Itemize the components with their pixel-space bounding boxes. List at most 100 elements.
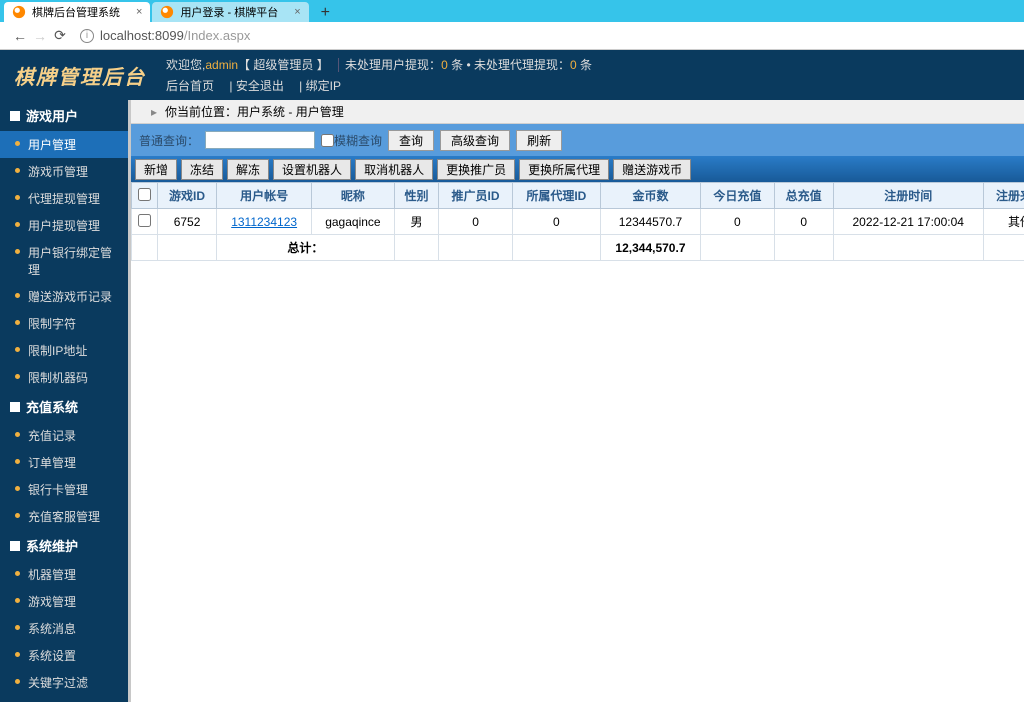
- column-header: 总充值: [774, 183, 833, 209]
- sidebar: 游戏用户用户管理游戏币管理代理提现管理用户提现管理用户银行绑定管理赠送游戏币记录…: [0, 100, 128, 702]
- sidebar-item[interactable]: 银行卡管理: [0, 476, 128, 503]
- pending-user-label: 未处理用户提现：: [345, 58, 441, 72]
- sidebar-group[interactable]: 网站系统: [0, 696, 128, 702]
- sidebar-group[interactable]: 系统维护: [0, 530, 128, 561]
- add-tab-button[interactable]: +: [311, 4, 340, 22]
- sidebar-group[interactable]: 充值系统: [0, 391, 128, 422]
- advanced-query-button[interactable]: 高级查询: [440, 130, 510, 151]
- welcome-prefix: 欢迎您,: [166, 58, 205, 72]
- total-label: 总计：: [217, 235, 395, 261]
- table-total-row: 总计： 12,344,570.7: [132, 235, 1024, 261]
- action-bar: 新增冻结解冻设置机器人取消机器人更换推广员更换所属代理赠送游戏币: [131, 156, 1024, 182]
- square-icon: [10, 402, 20, 412]
- column-header: 今日充值: [701, 183, 775, 209]
- column-header: 注册来源: [983, 183, 1024, 209]
- browser-tabs: 棋牌后台管理系统 × 用户登录 - 棋牌平台 × +: [0, 0, 1024, 22]
- sidebar-item[interactable]: 用户管理: [0, 131, 128, 158]
- sidebar-item[interactable]: 机器管理: [0, 561, 128, 588]
- column-header: 注册时间: [833, 183, 983, 209]
- sidebar-item[interactable]: 赠送游戏币记录: [0, 283, 128, 310]
- search-input[interactable]: [205, 131, 315, 149]
- query-button[interactable]: 查询: [388, 130, 434, 151]
- row-checkbox[interactable]: [138, 214, 151, 227]
- cell-gold: 12344570.7: [600, 209, 700, 235]
- sidebar-item[interactable]: 用户银行绑定管理: [0, 239, 128, 283]
- link-home[interactable]: 后台首页: [166, 79, 214, 93]
- breadcrumb-page: 用户管理: [296, 103, 344, 120]
- account-link[interactable]: 1311234123: [231, 215, 297, 229]
- sidebar-item[interactable]: 限制字符: [0, 310, 128, 337]
- action-button[interactable]: 更换推广员: [437, 159, 515, 180]
- favicon-icon: [12, 5, 26, 19]
- total-gold: 12,344,570.7: [600, 235, 700, 261]
- pending-user-unit: 条: [451, 58, 463, 72]
- forward-button[interactable]: →: [30, 28, 50, 44]
- sidebar-item[interactable]: 订单管理: [0, 449, 128, 476]
- action-button[interactable]: 赠送游戏币: [613, 159, 691, 180]
- sidebar-item[interactable]: 限制IP地址: [0, 337, 128, 364]
- cell-account: 1311234123: [217, 209, 312, 235]
- arrow-icon: ▸: [151, 105, 157, 119]
- url-host: localhost:8099: [100, 28, 184, 43]
- column-header: 金币数: [600, 183, 700, 209]
- reload-button[interactable]: ⟳: [50, 27, 70, 44]
- link-logout[interactable]: 安全退出: [236, 79, 284, 93]
- info-icon[interactable]: i: [80, 29, 94, 43]
- pending-user-count: 0: [441, 58, 448, 72]
- cell-promoter: 0: [439, 209, 513, 235]
- breadcrumb-prefix: 你当前位置：: [165, 103, 237, 120]
- search-bar: 普通查询： 模糊查询 查询 高级查询 刷新: [131, 124, 1024, 156]
- table-row[interactable]: 67521311234123gagaqince男0012344570.70020…: [132, 209, 1024, 235]
- sidebar-item[interactable]: 代理提现管理: [0, 185, 128, 212]
- action-button[interactable]: 解冻: [227, 159, 269, 180]
- square-icon: [10, 541, 20, 551]
- pending-agent-unit: 条: [580, 58, 592, 72]
- favicon-icon: [160, 5, 174, 19]
- browser-tab-inactive[interactable]: 用户登录 - 棋牌平台 ×: [152, 2, 308, 22]
- refresh-button[interactable]: 刷新: [516, 130, 562, 151]
- action-button[interactable]: 取消机器人: [355, 159, 433, 180]
- back-button[interactable]: ←: [10, 28, 30, 44]
- cell-gender: 男: [394, 209, 439, 235]
- breadcrumb-section: 用户系统: [237, 103, 285, 120]
- sidebar-item[interactable]: 用户提现管理: [0, 212, 128, 239]
- sidebar-item[interactable]: 游戏管理: [0, 588, 128, 615]
- action-button[interactable]: 冻结: [181, 159, 223, 180]
- sidebar-item[interactable]: 充值客服管理: [0, 503, 128, 530]
- sidebar-item[interactable]: 关键字过滤: [0, 669, 128, 696]
- user-table: 游戏ID用户帐号昵称性别推广员ID所属代理ID金币数今日充值总充值注册时间注册来…: [131, 182, 1024, 261]
- browser-tab-active[interactable]: 棋牌后台管理系统 ×: [4, 2, 150, 22]
- link-bind-ip[interactable]: 绑定IP: [306, 79, 341, 93]
- fuzzy-checkbox[interactable]: [321, 134, 334, 147]
- sidebar-item[interactable]: 游戏币管理: [0, 158, 128, 185]
- column-header: 游戏ID: [158, 183, 217, 209]
- action-button[interactable]: 新增: [135, 159, 177, 180]
- table-wrap[interactable]: 游戏ID用户帐号昵称性别推广员ID所属代理ID金币数今日充值总充值注册时间注册来…: [131, 182, 1024, 702]
- admin-role: 【 超级管理员 】: [238, 58, 329, 72]
- column-header: 性别: [394, 183, 439, 209]
- cell-today-recharge: 0: [701, 209, 775, 235]
- sidebar-group[interactable]: 游戏用户: [0, 100, 128, 131]
- breadcrumb: ▸ 你当前位置： 用户系统 - 用户管理: [131, 100, 1024, 124]
- sidebar-item[interactable]: 系统消息: [0, 615, 128, 642]
- select-all-checkbox[interactable]: [138, 188, 151, 201]
- close-icon[interactable]: ×: [294, 6, 300, 18]
- sidebar-item[interactable]: 充值记录: [0, 422, 128, 449]
- tab-title: 棋牌后台管理系统: [32, 4, 120, 20]
- cell-game-id: 6752: [158, 209, 217, 235]
- cell-agent: 0: [512, 209, 600, 235]
- sidebar-item[interactable]: 限制机器码: [0, 364, 128, 391]
- column-header: 昵称: [312, 183, 394, 209]
- sidebar-item[interactable]: 系统设置: [0, 642, 128, 669]
- url-bar[interactable]: i localhost:8099/Index.aspx: [80, 28, 1014, 43]
- action-button[interactable]: 更换所属代理: [519, 159, 609, 180]
- header-info: 欢迎您,admin【 超级管理员 】 未处理用户提现：0 条 • 未处理代理提现…: [166, 56, 592, 94]
- cell-nickname: gagaqince: [312, 209, 394, 235]
- cell-register-source: 其他: [983, 209, 1024, 235]
- content: ▸ 你当前位置： 用户系统 - 用户管理 普通查询： 模糊查询 查询 高级查询 …: [128, 100, 1024, 702]
- action-button[interactable]: 设置机器人: [273, 159, 351, 180]
- column-header: [132, 183, 158, 209]
- pending-agent-count: 0: [570, 58, 577, 72]
- cell-total-recharge: 0: [774, 209, 833, 235]
- close-icon[interactable]: ×: [136, 6, 142, 18]
